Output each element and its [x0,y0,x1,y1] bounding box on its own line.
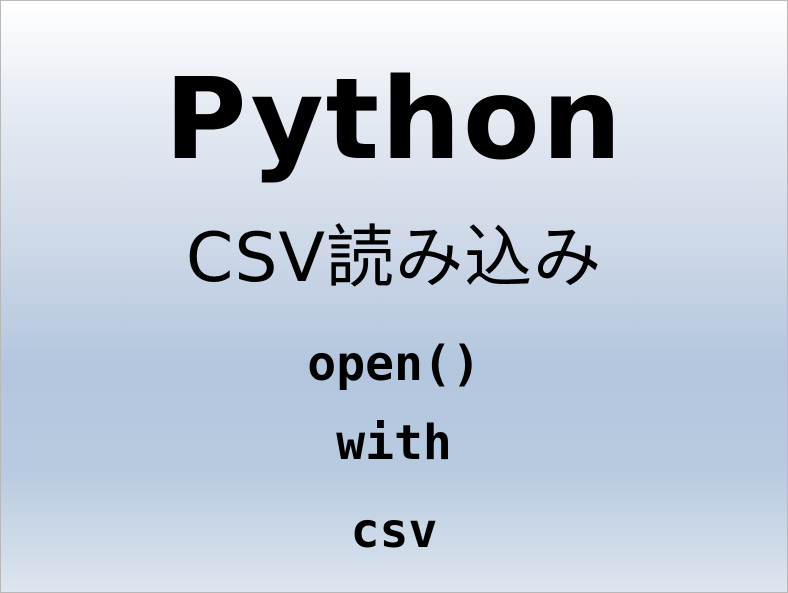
keyword-csv: csv [350,503,438,559]
keyword-with: with [336,415,452,471]
title-slide: Python CSV読み込み open() with csv [0,0,788,593]
slide-subtitle: CSV読み込み [185,219,603,298]
keyword-open: open() [307,336,481,392]
slide-title: Python [164,55,624,185]
